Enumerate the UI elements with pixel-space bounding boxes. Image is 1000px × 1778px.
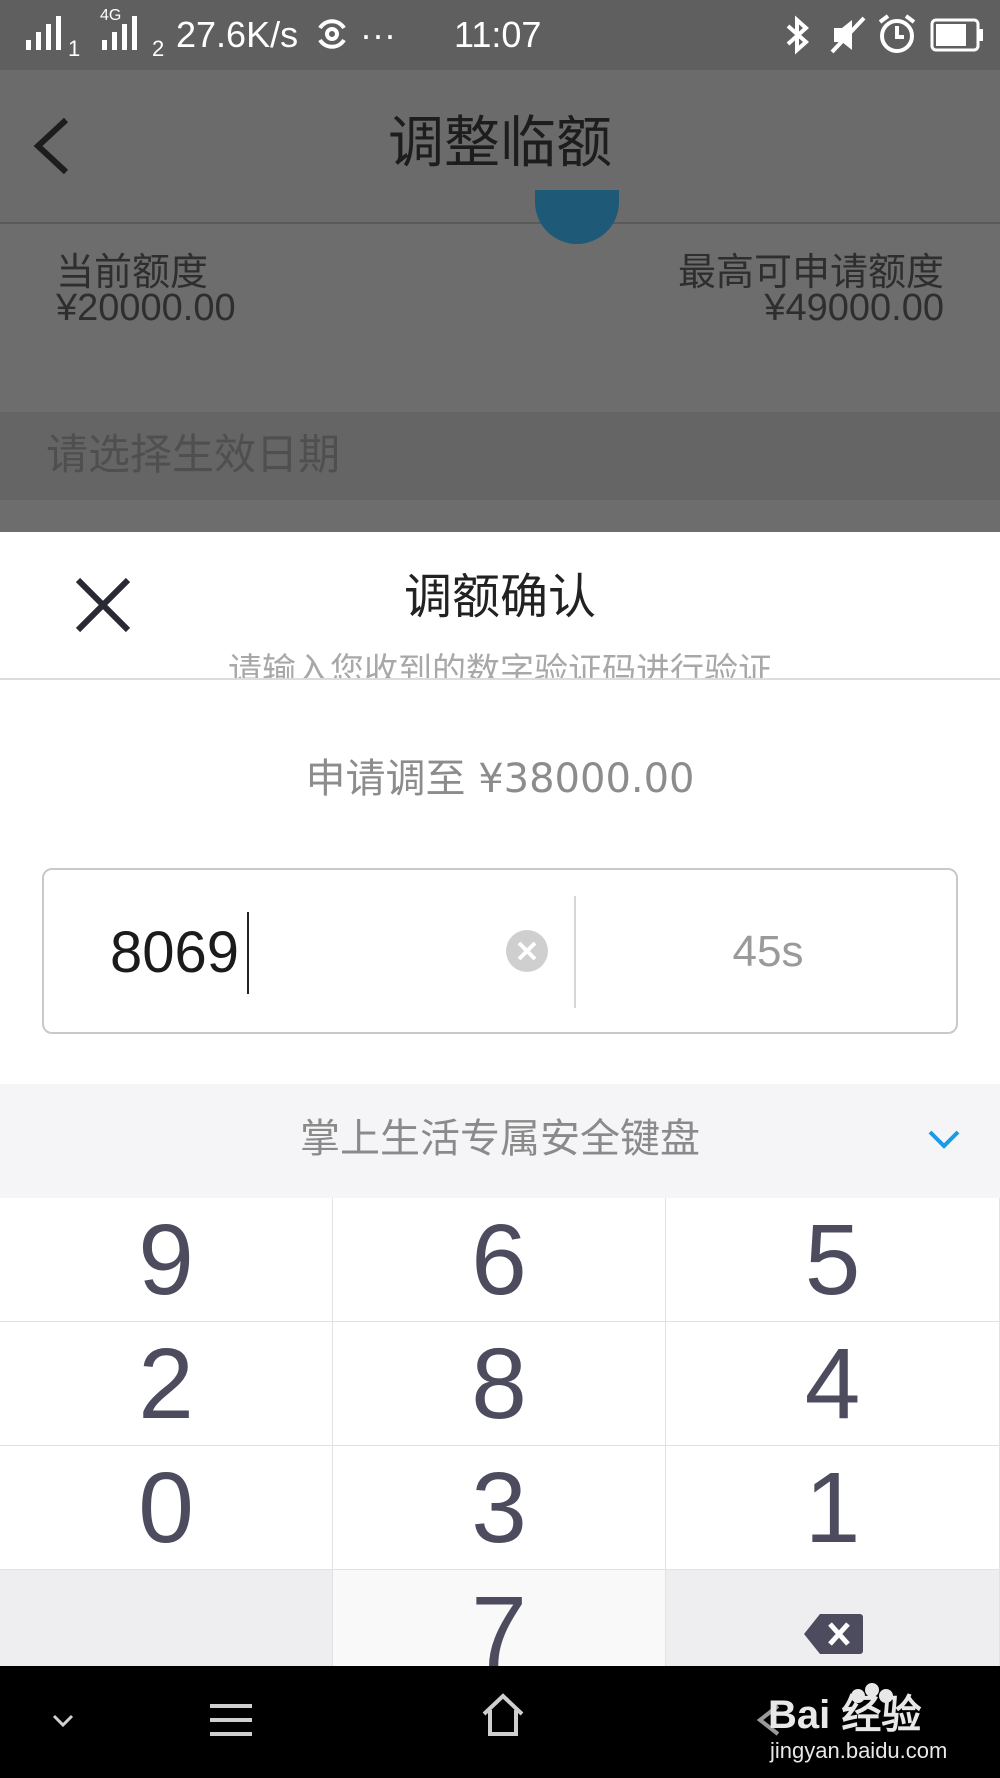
key-9[interactable]: 9 [0, 1198, 333, 1322]
backspace-icon [804, 1614, 863, 1654]
key-8[interactable]: 8 [333, 1322, 666, 1446]
chevron-down-icon[interactable] [924, 1120, 964, 1160]
page-title: 调整临额 [388, 111, 612, 176]
sim2-label: 2 [152, 36, 165, 61]
key-4[interactable]: 4 [666, 1322, 1000, 1446]
verification-code-box: 8069 45s [42, 868, 958, 1034]
secure-keypad: 9 6 5 2 8 4 0 3 1 7 [0, 1198, 1000, 1698]
menu-icon[interactable] [206, 1700, 256, 1740]
current-limit-value: ¥20000.00 [56, 287, 236, 329]
sheet-title: 调额确认 [403, 569, 596, 625]
watermark-url: jingyan.baidu.com [770, 1738, 948, 1763]
key-3[interactable]: 3 [333, 1446, 666, 1570]
app-header: 调整临额 [0, 70, 1000, 224]
battery-icon [930, 18, 983, 52]
text-caret [247, 912, 249, 994]
clear-input-icon[interactable] [506, 930, 548, 972]
max-limit-value: ¥49000.00 [764, 287, 944, 329]
keyboard-title: 掌上生活专属安全键盘 [300, 1116, 700, 1162]
key-6[interactable]: 6 [333, 1198, 666, 1322]
confirm-sheet: 调额确认 请输入您收到的数字验证码进行验证 申请调至 ¥38000.00 806… [0, 532, 1000, 1698]
sheet-header: 调额确认 请输入您收到的数字验证码进行验证 [0, 532, 1000, 680]
wifi-hotspot-icon [318, 19, 346, 49]
verification-code-input[interactable]: 8069 [110, 918, 490, 988]
hide-nav-chevron-icon[interactable] [48, 1706, 78, 1736]
sheet-subtitle: 请输入您收到的数字验证码进行验证 [228, 651, 772, 680]
sim1-label: 1 [68, 36, 81, 61]
alarm-icon [878, 14, 916, 53]
more-indicator: ··· [360, 14, 396, 55]
signal-icon [26, 16, 61, 50]
key-0[interactable]: 0 [0, 1446, 333, 1570]
clock: 11:07 [454, 14, 542, 55]
network-speed: 27.6K/s [176, 14, 299, 55]
watermark-brand: Bai 经验 [768, 1693, 921, 1737]
status-bar: 1 4G 2 27.6K/s ··· 11:07 [0, 0, 1000, 70]
effective-date-placeholder: 请选择生效日期 [46, 430, 341, 479]
apply-amount-text: 申请调至 ¥38000.00 [305, 756, 695, 802]
mute-icon [830, 16, 866, 54]
keyboard-header: 掌上生活专属安全键盘 [0, 1084, 1000, 1198]
resend-countdown[interactable]: 45s [576, 924, 960, 980]
key-1[interactable]: 1 [666, 1446, 1000, 1570]
home-icon[interactable] [478, 1690, 528, 1740]
bluetooth-icon [786, 15, 810, 55]
signal-icon [102, 16, 137, 50]
key-2[interactable]: 2 [0, 1322, 333, 1446]
effective-date-selector[interactable]: 请选择生效日期 [0, 412, 1000, 500]
dimmed-page-content: 当前额度 ¥20000.00 最高可申请额度 ¥49000.00 请选择生效日期 [0, 224, 1000, 532]
key-5[interactable]: 5 [666, 1198, 1000, 1322]
